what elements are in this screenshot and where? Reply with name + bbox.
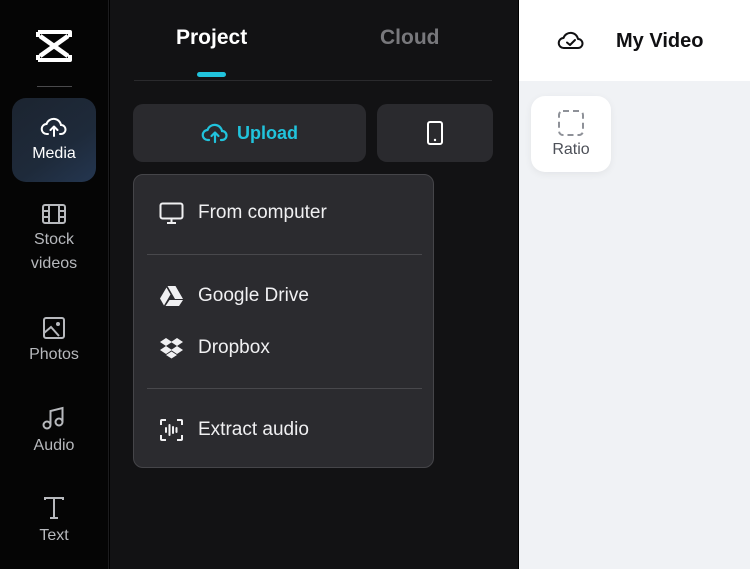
upload-button[interactable]: Upload xyxy=(133,104,366,162)
sidebar-item-label: Media xyxy=(32,144,76,162)
sidebar-item-label: Photos xyxy=(29,346,79,363)
menu-item-google-drive[interactable]: Google Drive xyxy=(159,281,309,311)
sidebar-item-label: videos xyxy=(30,255,78,272)
editor-area: My Video Ratio xyxy=(519,0,750,569)
dashed-square-icon xyxy=(558,110,584,136)
cloud-check-icon[interactable] xyxy=(557,28,585,52)
sidebar-item-label: Text xyxy=(39,527,69,544)
tab-project[interactable]: Project xyxy=(176,26,247,50)
sidebar-item-label: Audio xyxy=(33,437,75,454)
menu-item-label: From computer xyxy=(198,202,327,223)
dropbox-icon xyxy=(160,338,183,359)
menu-item-label: Extract audio xyxy=(198,419,309,440)
ratio-button[interactable]: Ratio xyxy=(531,96,611,172)
google-drive-icon xyxy=(160,286,183,306)
menu-item-dropbox[interactable]: Dropbox xyxy=(159,333,270,363)
tab-divider xyxy=(134,80,492,81)
music-note-icon xyxy=(42,406,64,430)
sidebar-item-stock-videos[interactable]: Stock videos xyxy=(12,203,96,276)
image-icon xyxy=(43,317,65,339)
monitor-icon xyxy=(159,202,184,224)
menu-divider xyxy=(147,388,422,389)
film-icon xyxy=(42,204,66,224)
sidebar-item-audio[interactable]: Audio xyxy=(12,405,96,458)
sidebar: Media Stock videos Photos Audio Text xyxy=(0,0,109,569)
cloud-upload-icon xyxy=(201,123,228,144)
ratio-label: Ratio xyxy=(552,141,590,158)
upload-from-phone-button[interactable] xyxy=(377,104,493,162)
menu-item-label: Google Drive xyxy=(198,285,309,306)
sidebar-item-photos[interactable]: Photos xyxy=(12,316,96,367)
cloud-upload-icon xyxy=(40,117,67,137)
smartphone-icon xyxy=(427,121,443,145)
sidebar-item-text[interactable]: Text xyxy=(12,495,96,548)
text-icon xyxy=(44,497,64,519)
menu-divider xyxy=(147,254,422,255)
capcut-logo-icon[interactable] xyxy=(34,28,74,64)
upload-button-label: Upload xyxy=(237,122,298,143)
audio-extract-icon xyxy=(160,419,183,441)
sidebar-item-label: Stock xyxy=(33,231,74,248)
tab-cloud[interactable]: Cloud xyxy=(380,26,439,50)
upload-dropdown-menu: From computer Google Drive Dropbox Extra… xyxy=(133,174,434,468)
menu-item-from-computer[interactable]: From computer xyxy=(159,198,327,228)
project-title[interactable]: My Video xyxy=(616,30,703,53)
menu-item-extract-audio[interactable]: Extract audio xyxy=(159,415,309,445)
logo-divider xyxy=(37,86,72,87)
media-panel: Project Cloud Upload From computer Googl… xyxy=(110,0,518,569)
active-tab-indicator xyxy=(197,72,226,77)
menu-item-label: Dropbox xyxy=(198,337,270,358)
editor-header: My Video xyxy=(519,0,750,81)
sidebar-item-media[interactable]: Media xyxy=(12,98,96,182)
